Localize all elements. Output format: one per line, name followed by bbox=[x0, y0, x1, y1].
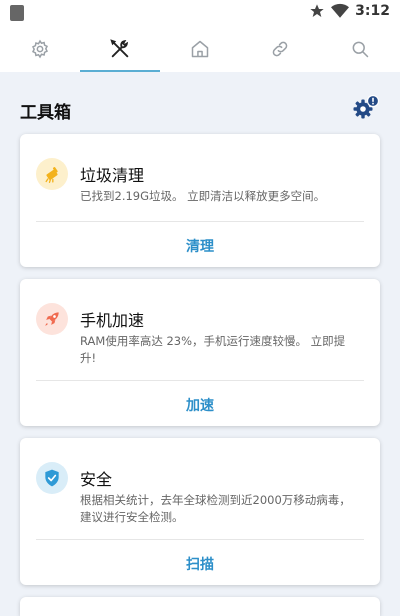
junk-clean-card: 垃圾清理 已找到2.19G垃圾。 立即清洁以释放更多空间。 清理 bbox=[20, 134, 380, 267]
security-card: 安全 根据相关统计，去年全球检测到近2000万移动病毒，建议进行安全检测。 扫描 bbox=[20, 438, 380, 585]
tab-tools[interactable] bbox=[80, 26, 160, 72]
boost-button[interactable]: 加速 bbox=[20, 395, 380, 415]
gear-icon bbox=[31, 39, 49, 59]
tab-link[interactable] bbox=[240, 26, 320, 72]
section-title: 工具箱 bbox=[20, 103, 71, 123]
card-title: 安全 bbox=[80, 470, 113, 489]
star-icon bbox=[310, 4, 324, 17]
tab-search[interactable] bbox=[320, 26, 400, 72]
broom-icon bbox=[45, 167, 58, 183]
gear-alert-icon[interactable] bbox=[352, 94, 380, 122]
rocket-icon bbox=[45, 312, 59, 326]
notification-icon bbox=[10, 5, 24, 21]
card-title: 垃圾清理 bbox=[80, 166, 145, 185]
card-divider bbox=[36, 539, 364, 540]
shield-icon bbox=[45, 469, 59, 487]
clean-button[interactable]: 清理 bbox=[20, 236, 380, 256]
card-icon-badge bbox=[36, 462, 68, 494]
card-divider bbox=[36, 221, 364, 222]
home-icon bbox=[191, 40, 209, 58]
phone-boost-card: 手机加速 RAM使用率高达 23%，手机运行速度较慢。 立即提升! 加速 bbox=[20, 279, 380, 426]
tools-icon bbox=[110, 39, 129, 58]
card-description: 根据相关统计，去年全球检测到近2000万移动病毒，建议进行安全检测。 bbox=[80, 493, 351, 524]
search-icon bbox=[352, 41, 369, 58]
top-tab-bar bbox=[0, 26, 400, 72]
card-description: 已找到2.19G垃圾。 立即清洁以释放更多空间。 bbox=[80, 189, 326, 203]
tab-home[interactable] bbox=[160, 26, 240, 72]
wifi-icon bbox=[331, 3, 350, 18]
card-icon-badge bbox=[36, 303, 68, 335]
card-title: 手机加速 bbox=[80, 311, 145, 330]
scan-button[interactable]: 扫描 bbox=[20, 554, 380, 574]
partial-card bbox=[20, 597, 380, 616]
card-divider bbox=[36, 380, 364, 381]
status-indicators: 3:12 bbox=[309, 3, 390, 19]
tab-settings[interactable] bbox=[0, 26, 80, 72]
section-header: 工具箱 bbox=[20, 92, 380, 124]
status-time: 3:12 bbox=[355, 3, 390, 19]
card-description: RAM使用率高达 23%，手机运行速度较慢。 立即提升! bbox=[80, 334, 346, 365]
link-icon bbox=[272, 41, 288, 57]
status-bar: 3:12 bbox=[0, 0, 400, 26]
card-icon-badge bbox=[36, 158, 68, 190]
